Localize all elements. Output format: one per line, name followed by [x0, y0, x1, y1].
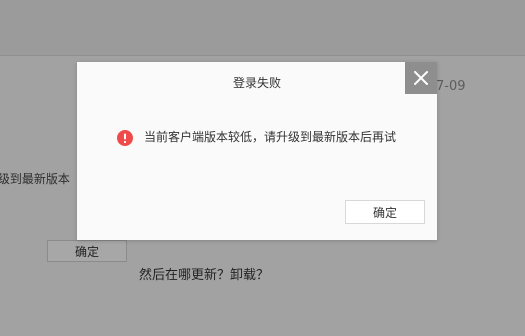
error-icon: [117, 130, 133, 146]
confirm-button[interactable]: 确定: [345, 200, 425, 224]
login-failed-dialog: 登录失败 当前客户端版本较低，请升级到最新版本后再试 确定: [77, 62, 437, 240]
close-button[interactable]: [405, 62, 437, 94]
dialog-title: 登录失败: [232, 76, 281, 90]
background-divider: [0, 55, 525, 56]
background-date-text: 7-09: [436, 79, 466, 94]
close-icon: [414, 71, 428, 85]
dialog-message: 当前客户端版本较低，请升级到最新版本后再试: [144, 130, 397, 144]
background-header-band: [0, 0, 525, 55]
background-ok-button: 确定: [47, 240, 127, 262]
background-question-text: 然后在哪更新？卸载？: [139, 268, 270, 283]
dialog-message-row: 当前客户端版本较低，请升级到最新版本后再试: [117, 128, 407, 146]
background-upgrade-text: ·级到最新版本: [0, 172, 70, 186]
